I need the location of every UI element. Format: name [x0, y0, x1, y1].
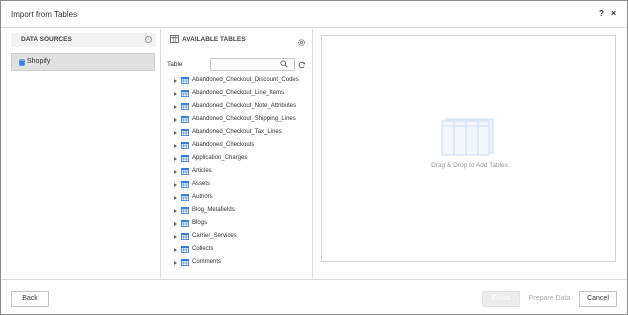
- dialog-titlebar: Import from Tables ? ×: [1, 1, 627, 28]
- table-icon: [181, 129, 189, 136]
- table-icon: [181, 220, 189, 227]
- table-icon: [181, 103, 189, 110]
- table-list-item-label: Abandoned_Checkout_Shipping_Lines: [192, 116, 296, 122]
- table-icon: [181, 259, 189, 266]
- expand-arrow-icon[interactable]: [174, 92, 177, 96]
- refresh-icon[interactable]: [298, 61, 306, 69]
- expand-arrow-icon[interactable]: [174, 183, 177, 187]
- collapse-icon[interactable]: ‹: [145, 36, 152, 43]
- expand-arrow-icon[interactable]: [174, 235, 177, 239]
- expand-arrow-icon[interactable]: [174, 157, 177, 161]
- data-sources-panel: DATA SOURCES ‹ Shopify: [1, 29, 161, 278]
- table-list-item-label: Abandoned_Checkout_Line_Items: [192, 90, 285, 96]
- drop-zone[interactable]: Drag & Drop to Add Tables: [321, 35, 616, 262]
- expand-arrow-icon[interactable]: [174, 248, 177, 252]
- table-icon: [181, 77, 189, 84]
- table-list-item-label: Application_Charges: [192, 155, 248, 161]
- expand-arrow-icon[interactable]: [174, 261, 177, 265]
- table-list-item[interactable]: Collects: [162, 244, 312, 257]
- table-list-item[interactable]: Abandoned_Checkout_Discount_Codes: [162, 75, 312, 88]
- table-icon: [181, 116, 189, 123]
- expand-arrow-icon[interactable]: [174, 131, 177, 135]
- available-tables-title: AVAILABLE TABLES: [182, 36, 246, 43]
- table-placeholder-icon: [441, 118, 494, 156]
- table-list-item[interactable]: Authors: [162, 192, 312, 205]
- table-icon: [170, 35, 179, 43]
- data-sources-title: DATA SOURCES: [21, 36, 72, 43]
- canvas-panel: Drag & Drop to Add Tables: [314, 29, 627, 278]
- table-search-label: Table: [167, 61, 183, 68]
- table-icon: [181, 233, 189, 240]
- expand-arrow-icon[interactable]: [174, 79, 177, 83]
- table-list-item-label: Abandoned_Checkouts: [192, 142, 255, 148]
- expand-arrow-icon[interactable]: [174, 222, 177, 226]
- table-list-item-label: Carrier_Services: [192, 233, 237, 239]
- close-button[interactable]: ×: [611, 8, 616, 18]
- expand-arrow-icon[interactable]: [174, 170, 177, 174]
- table-icon: [181, 181, 189, 188]
- table-list: Abandoned_Checkout_Discount_Codes Abandon…: [162, 75, 312, 270]
- dialog-footer: Back Finish Prepare Data Cancel: [1, 279, 627, 314]
- table-list-item[interactable]: Abandoned_Checkouts: [162, 140, 312, 153]
- table-list-item[interactable]: Carrier_Services: [162, 231, 312, 244]
- table-list-item[interactable]: Abandoned_Checkout_Tax_Lines: [162, 127, 312, 140]
- table-list-item[interactable]: Assets: [162, 179, 312, 192]
- table-icon: [181, 246, 189, 253]
- gear-icon[interactable]: [297, 38, 306, 47]
- expand-arrow-icon[interactable]: [174, 144, 177, 148]
- table-list-item-label: Abandoned_Checkout_Tax_Lines: [192, 129, 282, 135]
- back-button[interactable]: Back: [11, 291, 49, 307]
- table-list-item-label: Authors: [192, 194, 213, 200]
- table-list-item-label: Articles: [192, 168, 212, 174]
- finish-button[interactable]: Finish: [482, 291, 520, 307]
- table-list-item[interactable]: Abandoned_Checkout_Shipping_Lines: [162, 114, 312, 127]
- search-icon[interactable]: [280, 60, 288, 68]
- table-list-item[interactable]: Application_Charges: [162, 153, 312, 166]
- table-list-item-label: Abandoned_Checkout_Note_Attributes: [192, 103, 297, 109]
- table-icon: [181, 90, 189, 97]
- table-list-item[interactable]: Comments: [162, 257, 312, 270]
- prepare-data-button[interactable]: Prepare Data: [524, 291, 575, 307]
- table-list-item-label: Blog_Metafields: [192, 207, 235, 213]
- table-list-item-label: Blogs: [192, 220, 208, 226]
- data-sources-header: DATA SOURCES ‹: [11, 33, 156, 47]
- available-tables-panel: AVAILABLE TABLES Table Abandoned_Checkou…: [162, 29, 313, 278]
- table-list-item-label: Comments: [192, 259, 222, 265]
- dialog-title: Import from Tables: [11, 10, 78, 19]
- table-list-item[interactable]: Articles: [162, 166, 312, 179]
- table-icon: [181, 155, 189, 162]
- cancel-button[interactable]: Cancel: [579, 291, 617, 307]
- table-list-item-label: Collects: [192, 246, 214, 252]
- table-icon: [181, 168, 189, 175]
- source-item-label: Shopify: [27, 58, 51, 65]
- expand-arrow-icon[interactable]: [174, 196, 177, 200]
- table-icon: [181, 194, 189, 201]
- table-list-item[interactable]: Abandoned_Checkout_Note_Attributes: [162, 101, 312, 114]
- expand-arrow-icon[interactable]: [174, 209, 177, 213]
- table-list-item[interactable]: Abandoned_Checkout_Line_Items: [162, 88, 312, 101]
- table-icon: [181, 207, 189, 214]
- table-list-item-label: Assets: [192, 181, 211, 187]
- source-item-shopify[interactable]: Shopify: [11, 53, 155, 71]
- drop-zone-hint: Drag & Drop to Add Tables: [431, 162, 508, 169]
- expand-arrow-icon[interactable]: [174, 105, 177, 109]
- import-dialog: Import from Tables ? × DATA SOURCES ‹ Sh…: [0, 0, 628, 315]
- expand-arrow-icon[interactable]: [174, 118, 177, 122]
- table-icon: [181, 142, 189, 149]
- table-list-item[interactable]: Blog_Metafields: [162, 205, 312, 218]
- database-icon: [19, 59, 25, 66]
- table-list-item[interactable]: Blogs: [162, 218, 312, 231]
- table-list-item-label: Abandoned_Checkout_Discount_Codes: [192, 77, 299, 83]
- help-button[interactable]: ?: [599, 9, 604, 18]
